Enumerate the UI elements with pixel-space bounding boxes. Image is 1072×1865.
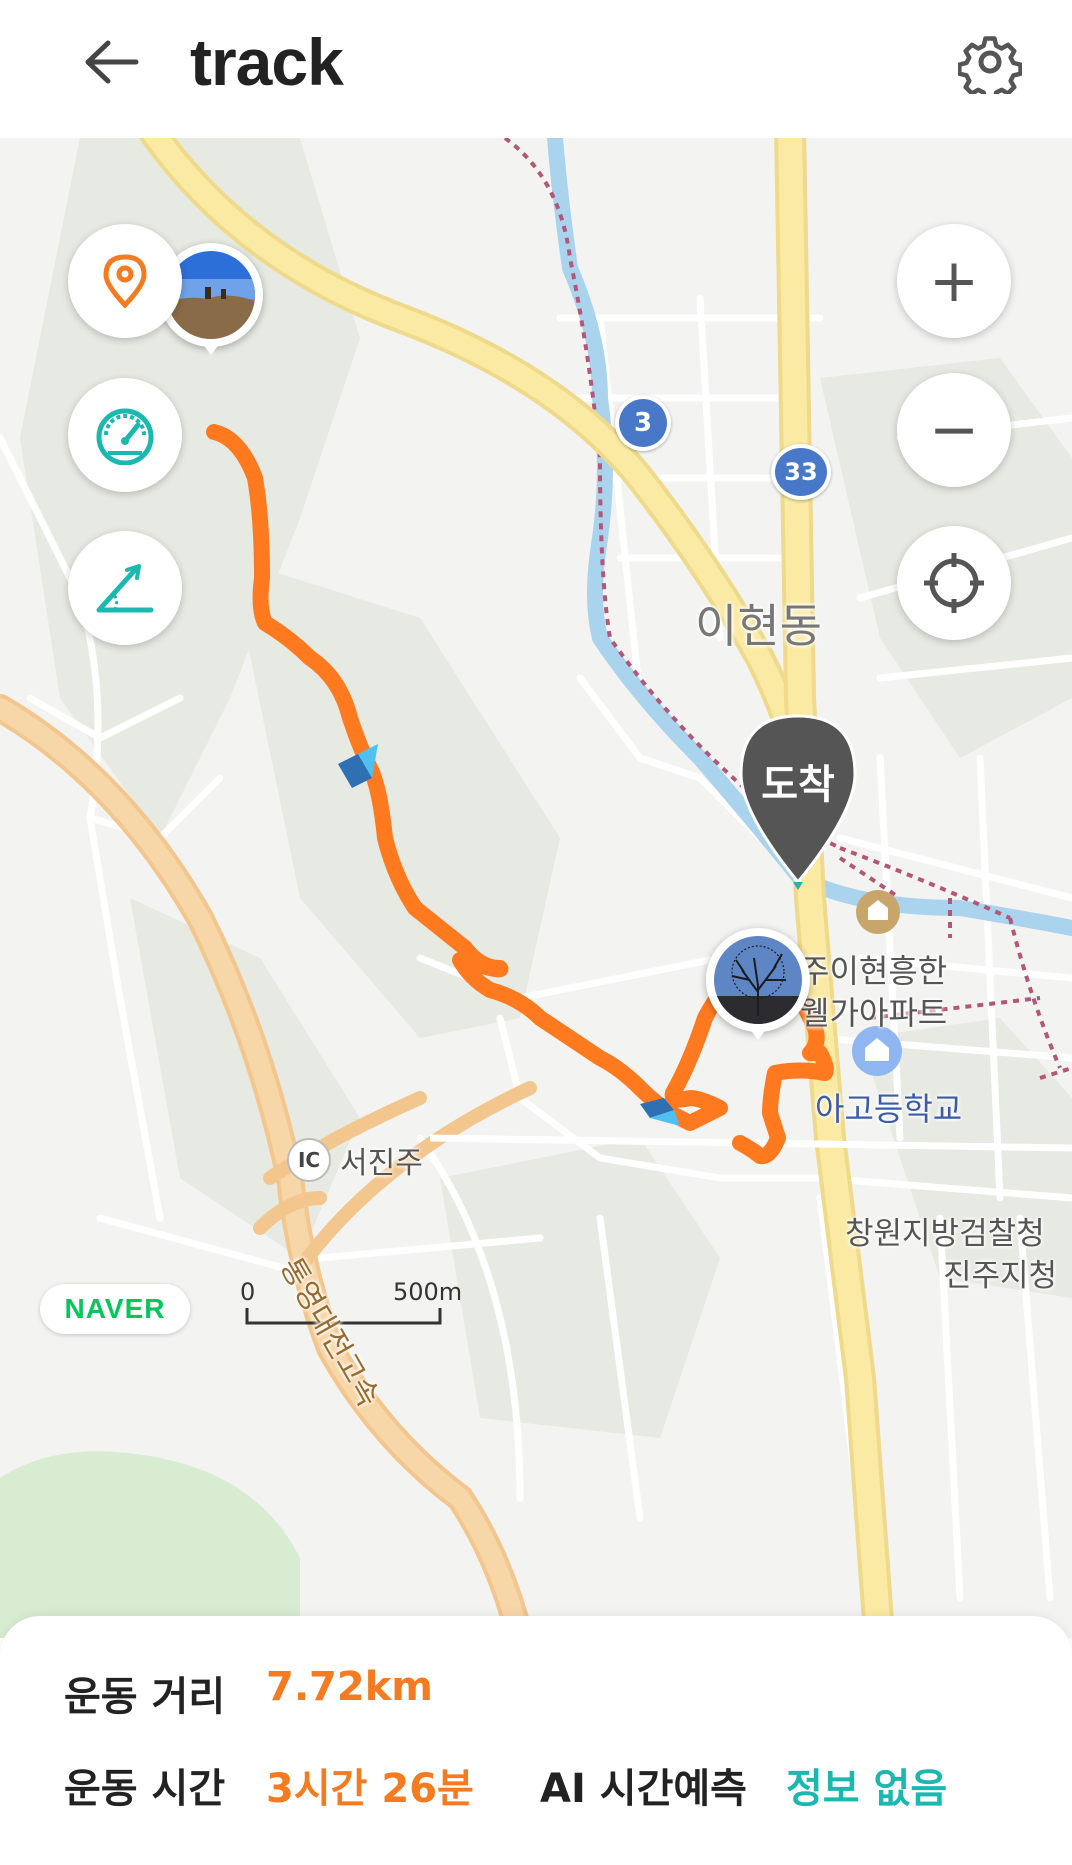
map-base: [0, 138, 1072, 1638]
map-view[interactable]: 3 33 이현동 주이현흥한 웰가아파트 아고등학교 IC 서진주 통영대전고속…: [0, 138, 1072, 1638]
end-photo-marker[interactable]: [706, 928, 810, 1040]
zoom-out-button[interactable]: −: [897, 373, 1011, 487]
arrow-left-icon: [85, 40, 139, 84]
scale-distance-label: 500m: [393, 1278, 463, 1306]
stats-panel: 운동 거리 7.72km 운동 시간 3시간 26분 AI 시간예측 정보 없음: [0, 1616, 1072, 1865]
crosshair-icon: [924, 553, 984, 613]
time-value: 3시간 26분: [266, 1766, 474, 1812]
route-shield-33: 33: [771, 444, 831, 500]
ic-name-label: 서진주: [340, 1146, 423, 1181]
minus-icon: −: [928, 395, 980, 465]
poi-apartment-icon: [856, 890, 900, 934]
back-button[interactable]: [70, 22, 150, 102]
apartment-label-line2: 웰가아파트: [800, 994, 948, 1032]
prosecutor-label-line1: 창원지방검찰청: [845, 1216, 1045, 1252]
route-shield-3: 3: [615, 395, 671, 451]
gear-icon: [958, 36, 1022, 94]
plus-icon: +: [928, 246, 980, 316]
distance-label: 운동 거리: [64, 1674, 226, 1720]
route-3-label: 3: [619, 399, 667, 447]
scale-zero-label: 0: [240, 1278, 256, 1306]
speedometer-icon: [96, 408, 154, 465]
park-area: [0, 1451, 300, 1638]
settings-button[interactable]: [950, 22, 1030, 102]
slope-button[interactable]: [68, 531, 182, 645]
zoom-in-button[interactable]: +: [897, 224, 1011, 338]
apartment-label-line1: 주이현흥한: [800, 952, 948, 990]
arrival-marker[interactable]: 도착: [733, 712, 863, 892]
district-label: 이현동: [695, 599, 822, 653]
arrival-label: 도착: [761, 762, 835, 808]
school-label: 아고등학교: [815, 1090, 963, 1128]
speed-button[interactable]: [68, 378, 182, 492]
location-pin-icon: [103, 254, 147, 309]
my-location-button[interactable]: [897, 526, 1011, 640]
photo-thumbnail: [714, 936, 802, 1024]
route-33-label: 33: [775, 448, 827, 496]
app-header: track: [0, 0, 1072, 138]
ic-badge: IC: [287, 1138, 331, 1182]
ai-time-value: 정보 없음: [786, 1766, 948, 1812]
naver-logo: NAVER: [40, 1284, 190, 1334]
page-title: track: [190, 25, 344, 99]
slope-icon: [96, 564, 154, 613]
location-button[interactable]: [68, 224, 182, 338]
time-label: 운동 시간: [64, 1766, 226, 1812]
prosecutor-label-line2: 진주지청: [943, 1258, 1058, 1294]
ai-time-label: AI 시간예측: [540, 1766, 747, 1812]
distance-value: 7.72km: [266, 1664, 433, 1710]
